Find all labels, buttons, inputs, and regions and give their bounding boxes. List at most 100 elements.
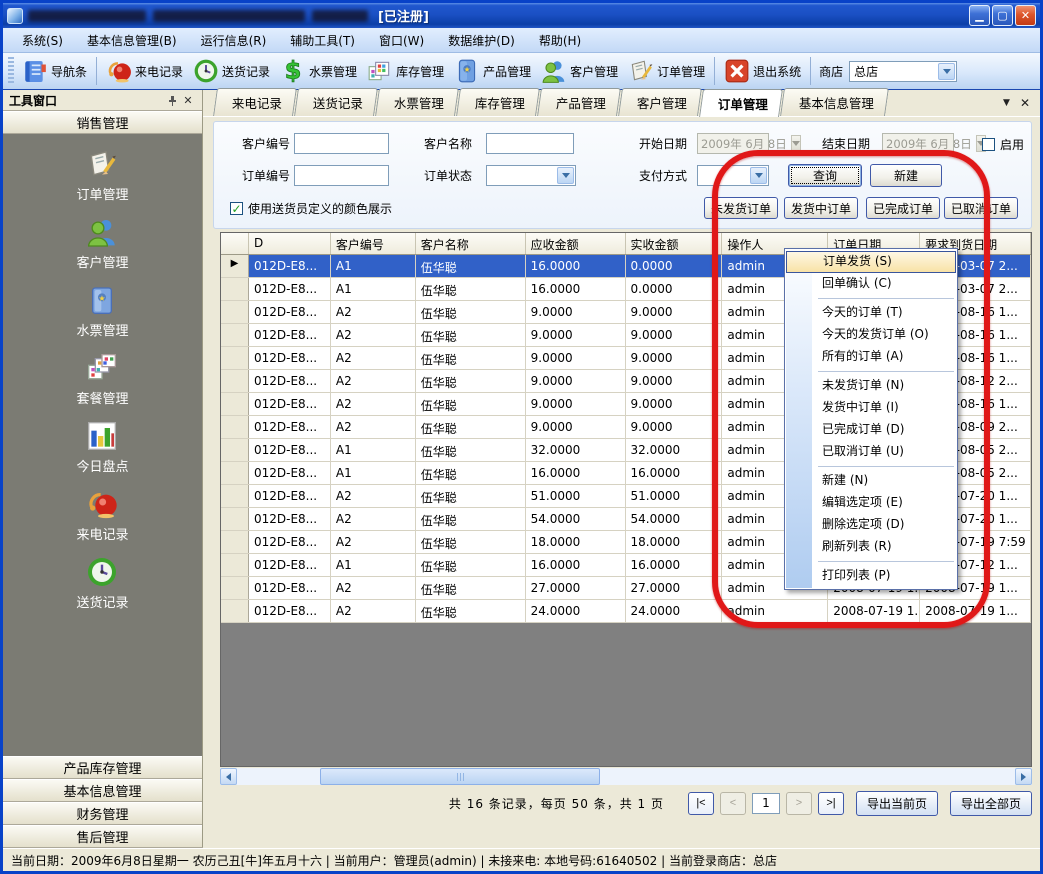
- prev-page-button[interactable]: <: [720, 792, 746, 815]
- enable-checkbox-row[interactable]: 启用: [982, 136, 1024, 153]
- context-menu-item-4[interactable]: 今天的发货订单 (O): [786, 324, 956, 346]
- menubar-item-2[interactable]: 运行信息(R): [190, 29, 278, 52]
- sidebar-group-sales[interactable]: 销售管理: [3, 111, 202, 134]
- menubar-item-1[interactable]: 基本信息管理(B): [76, 29, 188, 52]
- sidebar-group-3[interactable]: 售后管理: [3, 825, 202, 848]
- color-checkbox-row[interactable]: ✓ 使用送货员定义的颜色展示: [230, 200, 392, 217]
- column-header-3[interactable]: 应收金额: [526, 233, 626, 254]
- menubar-item-3[interactable]: 辅助工具(T): [279, 29, 366, 52]
- tab-库存管理[interactable]: 库存管理: [456, 88, 540, 116]
- row-selector[interactable]: [221, 600, 249, 622]
- maximize-button[interactable]: ▢: [992, 5, 1013, 26]
- context-menu-item-7[interactable]: 未发货订单 (N): [786, 375, 956, 397]
- status-filter-button-3[interactable]: 已取消订单: [944, 197, 1018, 219]
- sidebar-item-order[interactable]: 订单管理: [76, 148, 128, 203]
- chevron-down-icon[interactable]: [750, 167, 767, 184]
- context-menu-item-10[interactable]: 已取消订单 (U): [786, 441, 956, 463]
- tab-客户管理[interactable]: 客户管理: [618, 88, 702, 116]
- last-page-button[interactable]: >|: [818, 792, 844, 815]
- toolbar-button-order[interactable]: 订单管理: [623, 55, 710, 87]
- row-selector[interactable]: [221, 531, 249, 553]
- menubar-item-6[interactable]: 帮助(H): [528, 29, 592, 52]
- minimize-button[interactable]: ▁: [969, 5, 990, 26]
- next-page-button[interactable]: >: [786, 792, 812, 815]
- toolbar-button-exit[interactable]: 退出系统: [719, 55, 806, 87]
- chevron-down-icon[interactable]: [557, 167, 574, 184]
- shop-combobox[interactable]: 总店: [849, 61, 957, 82]
- column-header-4[interactable]: 实收金额: [626, 233, 723, 254]
- enable-checkbox[interactable]: [982, 138, 995, 151]
- context-menu-item-9[interactable]: 已完成订单 (D): [786, 419, 956, 441]
- pin-icon[interactable]: [164, 92, 180, 108]
- tab-订单管理[interactable]: 订单管理: [699, 89, 783, 117]
- tab-水票管理[interactable]: 水票管理: [375, 88, 459, 116]
- sidebar-item-package[interactable]: 套餐管理: [76, 352, 128, 407]
- status-filter-button-1[interactable]: 发货中订单: [784, 197, 858, 219]
- row-selector[interactable]: [221, 301, 249, 323]
- column-header-0[interactable]: D: [249, 233, 331, 254]
- toolbar-button-water-ticket[interactable]: $水票管理: [275, 55, 362, 87]
- tab-来电记录[interactable]: 来电记录: [213, 88, 297, 116]
- scrollbar-thumb[interactable]: [320, 768, 600, 785]
- row-selector[interactable]: [221, 278, 249, 300]
- sidebar-item-customer[interactable]: 客户管理: [76, 216, 128, 271]
- query-button[interactable]: 查询: [788, 164, 862, 187]
- status-filter-button-2[interactable]: 已完成订单: [866, 197, 940, 219]
- tab-基本信息管理[interactable]: 基本信息管理: [780, 88, 889, 116]
- start-date-picker[interactable]: 2009年 6月 8日: [697, 133, 769, 154]
- toolbar-button-customer[interactable]: 客户管理: [536, 55, 623, 87]
- status-filter-button-0[interactable]: 未发货订单: [704, 197, 778, 219]
- context-menu-item-8[interactable]: 发货中订单 (I): [786, 397, 956, 419]
- order-status-select[interactable]: [486, 165, 576, 186]
- order-no-input[interactable]: [294, 165, 389, 186]
- tab-产品管理[interactable]: 产品管理: [537, 88, 621, 116]
- sidebar-group-0[interactable]: 产品库存管理: [3, 756, 202, 779]
- row-selector[interactable]: [221, 462, 249, 484]
- menubar-item-0[interactable]: 系统(S): [11, 29, 74, 52]
- column-header-1[interactable]: 客户编号: [331, 233, 416, 254]
- toolbar-button-product[interactable]: ★产品管理: [449, 55, 536, 87]
- context-menu-item-1[interactable]: 回单确认 (C): [786, 273, 956, 295]
- page-number-input[interactable]: [752, 793, 780, 814]
- scroll-right-icon[interactable]: [1015, 768, 1032, 785]
- context-menu-item-5[interactable]: 所有的订单 (A): [786, 346, 956, 368]
- pay-method-select[interactable]: [697, 165, 769, 186]
- toolbar-button-incoming-call[interactable]: 来电记录: [101, 55, 188, 87]
- export-current-page-button[interactable]: 导出当前页: [856, 791, 938, 816]
- tab-送货记录[interactable]: 送货记录: [294, 88, 378, 116]
- export-all-pages-button[interactable]: 导出全部页: [950, 791, 1032, 816]
- close-button[interactable]: ✕: [1015, 5, 1036, 26]
- scroll-left-icon[interactable]: [220, 768, 237, 785]
- row-selector[interactable]: [221, 416, 249, 438]
- tab-close-icon[interactable]: ✕: [1020, 96, 1030, 110]
- context-menu-item-17[interactable]: 打印列表 (P): [786, 565, 956, 587]
- end-date-picker[interactable]: 2009年 6月 8日: [882, 133, 954, 154]
- sidebar-item-incoming-call[interactable]: 来电记录: [76, 488, 128, 543]
- color-checkbox[interactable]: ✓: [230, 202, 243, 215]
- sidebar-group-1[interactable]: 基本信息管理: [3, 779, 202, 802]
- row-selector[interactable]: [221, 508, 249, 530]
- chevron-down-icon[interactable]: [938, 63, 955, 80]
- customer-no-input[interactable]: [294, 133, 389, 154]
- context-menu-item-14[interactable]: 删除选定项 (D): [786, 514, 956, 536]
- row-selector[interactable]: [221, 439, 249, 461]
- context-menu-item-15[interactable]: 刷新列表 (R): [786, 536, 956, 558]
- context-menu-item-0[interactable]: 订单发货 (S): [786, 251, 956, 273]
- toolbar-button-navigator[interactable]: 导航条: [17, 55, 92, 87]
- sidebar-group-2[interactable]: 财务管理: [3, 802, 202, 825]
- context-menu-item-3[interactable]: 今天的订单 (T): [786, 302, 956, 324]
- column-header-2[interactable]: 客户名称: [416, 233, 526, 254]
- context-menu-item-13[interactable]: 编辑选定项 (E): [786, 492, 956, 514]
- context-menu-item-12[interactable]: 新建 (N): [786, 470, 956, 492]
- row-selector[interactable]: [221, 347, 249, 369]
- new-button[interactable]: 新建: [870, 164, 942, 187]
- customer-name-input[interactable]: [486, 133, 574, 154]
- row-selector[interactable]: [221, 577, 249, 599]
- row-selector[interactable]: [221, 554, 249, 576]
- row-selector[interactable]: [221, 393, 249, 415]
- tab-scroll-down-icon[interactable]: ▼: [1003, 98, 1010, 108]
- first-page-button[interactable]: |<: [688, 792, 714, 815]
- table-row[interactable]: 012D-E8...A2伍华聪24.000024.0000admin2008-0…: [221, 600, 1031, 623]
- sidebar-item-water-ticket[interactable]: ★水票管理: [76, 284, 128, 339]
- toolbar-button-inventory[interactable]: 库存管理: [362, 55, 449, 87]
